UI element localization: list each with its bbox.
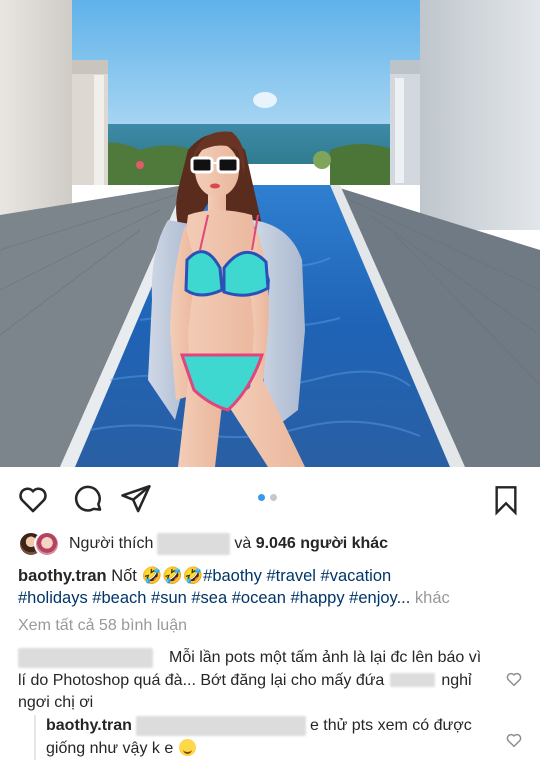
post-caption: baothy.tran Nốt 🤣🤣🤣#baothy #travel #vaca…	[18, 565, 523, 609]
reply-username[interactable]: baothy.tran	[46, 717, 132, 734]
caption-text: Nốt	[111, 567, 137, 585]
carousel-dot-active	[258, 494, 265, 501]
likes-connector: và	[234, 535, 252, 552]
blurred-commenter	[18, 647, 153, 668]
post-photo[interactable]	[0, 0, 540, 467]
blurred-mention	[390, 673, 436, 688]
reply-comment: baothy.tran e thử pts xem có được giống n…	[34, 715, 494, 760]
caption-hashtags-line1[interactable]: #baothy #travel #vacation	[203, 567, 391, 585]
carousel-indicator	[258, 494, 277, 501]
pool-photo-illustration	[0, 0, 540, 467]
bookmark-icon[interactable]	[490, 483, 522, 517]
blurred-username	[157, 533, 231, 555]
comment-like-heart-icon[interactable]	[505, 670, 523, 688]
likes-summary[interactable]: Người thích và 9.046 người khác	[18, 530, 388, 558]
likes-count-link[interactable]: 9.046 người khác	[256, 535, 388, 553]
action-bar	[0, 467, 540, 529]
carousel-dot	[270, 494, 277, 501]
comment-bubble-icon[interactable]	[71, 482, 105, 516]
likes-prefix: Người thích	[69, 535, 154, 552]
caption-emojis: 🤣🤣🤣	[141, 567, 204, 585]
blurred-mention	[135, 715, 306, 736]
caption-username[interactable]: baothy.tran	[18, 567, 107, 585]
caption-more-link[interactable]: khác	[415, 589, 450, 607]
avatar	[34, 531, 60, 557]
heart-outline-icon[interactable]	[16, 482, 50, 516]
reply-like-heart-icon[interactable]	[505, 731, 523, 749]
comment: Mỗi lần pots một tấm ảnh là lại đc lên b…	[18, 647, 488, 715]
paper-plane-icon[interactable]	[119, 482, 153, 516]
view-all-comments-link[interactable]: Xem tất cả 58 bình luận	[18, 617, 187, 635]
liker-avatars	[18, 531, 62, 557]
caption-hashtags-line2[interactable]: #holidays #beach #sun #sea #ocean #happy…	[18, 589, 410, 607]
smiling-emoji-icon	[178, 738, 196, 756]
